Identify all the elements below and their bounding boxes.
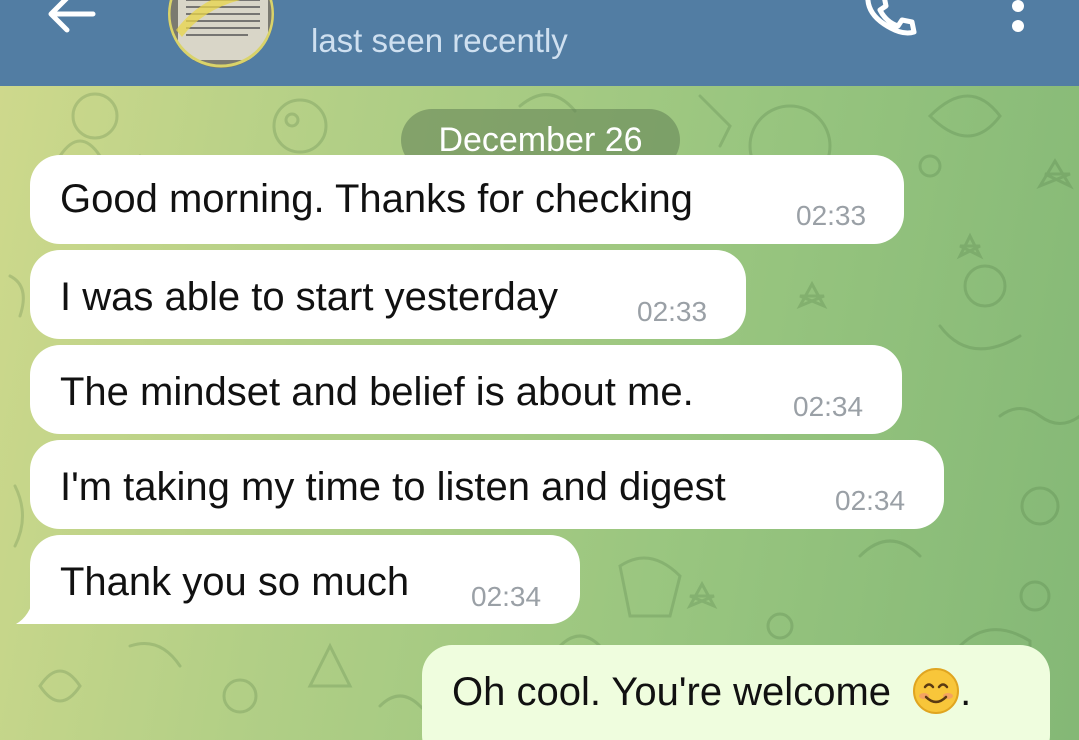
arrow-left-icon bbox=[48, 0, 96, 33]
message-time: 02:34 bbox=[793, 391, 864, 422]
message-bubble[interactable]: Good morning. Thanks for checking 02:33 bbox=[30, 155, 904, 244]
message-time: 02:33 bbox=[796, 200, 867, 231]
bubble-tail bbox=[16, 596, 42, 624]
message-bubble[interactable]: I'm taking my time to listen and digest … bbox=[30, 440, 944, 529]
chat-header: +2348120927876 last seen recently bbox=[0, 0, 1079, 86]
avatar[interactable] bbox=[168, 0, 274, 68]
message-time: 02:34 bbox=[835, 485, 906, 516]
message-time: 02:33 bbox=[637, 296, 708, 327]
message-bubble[interactable]: The mindset and belief is about me. 02:3… bbox=[30, 345, 902, 434]
message-bubble[interactable]: I was able to start yesterday 02:33 bbox=[30, 250, 746, 339]
message-text-suffix: . bbox=[960, 670, 972, 714]
message-text: Oh cool. You're welcome . bbox=[452, 668, 972, 715]
contact-name[interactable]: +2348120927876 bbox=[311, 0, 622, 9]
call-button[interactable] bbox=[860, 0, 924, 42]
contact-status: last seen recently bbox=[311, 22, 568, 59]
message-bubble[interactable]: Thank you so much 02:34 bbox=[30, 535, 580, 624]
message-text: The mindset and belief is about me. bbox=[60, 370, 694, 414]
smiling-face-emoji bbox=[913, 668, 960, 715]
back-button[interactable] bbox=[44, 0, 100, 36]
phone-icon bbox=[865, 0, 917, 36]
message-text: Thank you so much bbox=[60, 560, 410, 604]
message-time: 02:34 bbox=[471, 581, 542, 612]
message-text-body: Oh cool. You're welcome bbox=[452, 670, 892, 714]
more-vertical-icon bbox=[1012, 0, 1024, 32]
chat-screen: +2348120927876 last seen recently Decemb… bbox=[0, 0, 1079, 740]
message-text: I'm taking my time to listen and digest bbox=[60, 465, 726, 509]
message-text: Good morning. Thanks for checking bbox=[60, 177, 693, 221]
message-bubble-outgoing[interactable]: Oh cool. You're welcome . bbox=[422, 645, 1050, 740]
avatar-image bbox=[168, 0, 274, 68]
message-text: I was able to start yesterday bbox=[60, 275, 559, 319]
more-menu-button[interactable] bbox=[1000, 0, 1036, 42]
